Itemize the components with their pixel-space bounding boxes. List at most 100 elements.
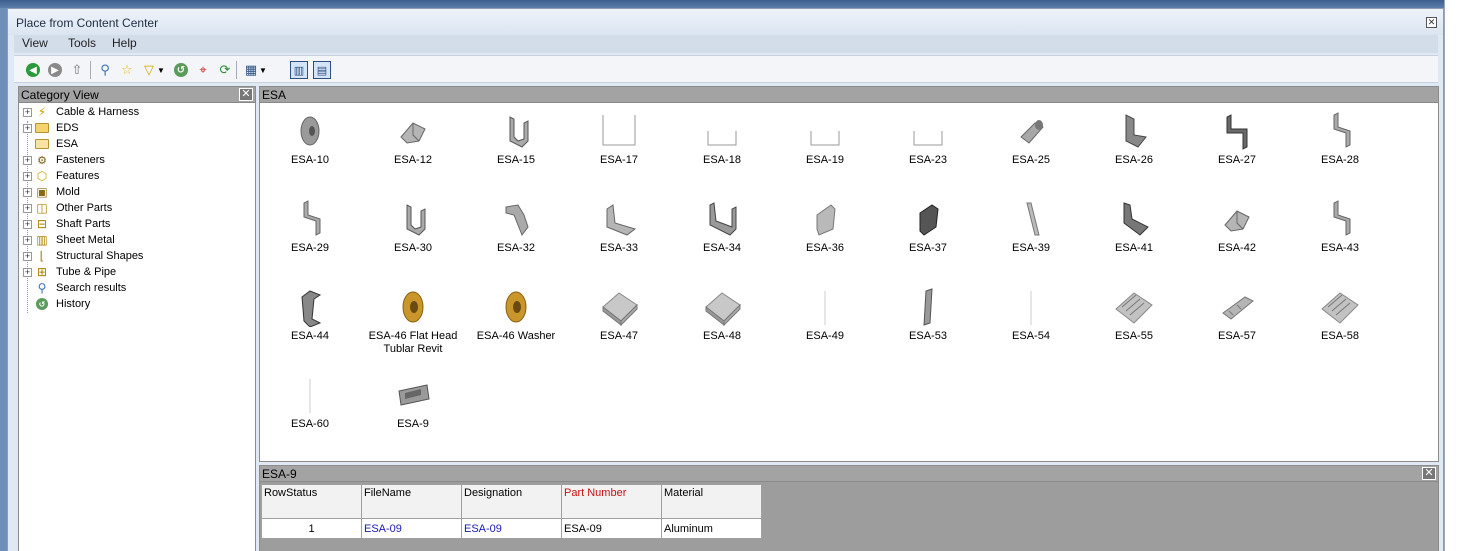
family-thumbnail-item[interactable]: ESA-42 (1187, 197, 1287, 281)
cell-material[interactable]: Aluminum (661, 518, 762, 539)
family-thumbnail-item[interactable]: ESA-36 (775, 197, 875, 281)
family-thumbnail-item[interactable]: ESA-58 (1290, 285, 1390, 369)
family-thumbnail-label: ESA-49 (806, 330, 844, 342)
expand-icon[interactable]: + (23, 107, 32, 117)
part-thumbnail-icon (260, 373, 360, 417)
expand-icon[interactable]: + (23, 123, 32, 133)
expand-icon[interactable]: + (23, 267, 32, 277)
family-thumbnail-item[interactable]: ESA-30 (363, 197, 463, 281)
tree-item-tube-pipe[interactable]: + ⊞ Tube & Pipe (23, 264, 118, 280)
filter-dropdown-icon[interactable]: ▼ (156, 61, 166, 79)
part-thumbnail-icon (981, 285, 1081, 329)
family-thumbnail-item[interactable]: ESA-60 (260, 373, 360, 457)
cell-rowstatus[interactable]: 1 (261, 518, 362, 539)
family-thumbnail-label: ESA-10 (291, 154, 329, 166)
family-thumbnail-item[interactable]: ESA-26 (1084, 109, 1184, 193)
expand-icon[interactable]: + (23, 203, 32, 213)
tree-item-other-parts[interactable]: + ◫ Other Parts (23, 200, 114, 216)
family-thumbnail-item[interactable]: ESA-53 (878, 285, 978, 369)
family-thumbnail-item[interactable]: ESA-28 (1290, 109, 1390, 193)
family-thumbnail-label: ESA-29 (291, 242, 329, 254)
family-thumbnail-item[interactable]: ESA-55 (1084, 285, 1184, 369)
expand-icon[interactable]: + (23, 219, 32, 229)
menu-tools[interactable]: Tools (64, 36, 100, 50)
family-thumbnail-label: ESA-26 (1115, 154, 1153, 166)
back-icon[interactable]: ◀ (24, 61, 42, 79)
tree-item-sheet-metal[interactable]: + ▥ Sheet Metal (23, 232, 117, 248)
family-thumbnail-item[interactable]: ESA-37 (878, 197, 978, 281)
family-thumbnail-item[interactable]: ESA-32 (466, 197, 566, 281)
expand-icon[interactable]: + (23, 251, 32, 261)
expand-icon[interactable]: + (23, 187, 32, 197)
family-thumbnail-item[interactable]: ESA-12 (363, 109, 463, 193)
tree-item-eds[interactable]: + EDS (23, 120, 81, 136)
close-family-table-button[interactable]: ✕ (1422, 467, 1436, 480)
column-header-filename[interactable]: FileName (361, 484, 462, 519)
family-thumbnail-item[interactable]: ESA-18 (672, 109, 772, 193)
column-header-part-number[interactable]: Part Number (561, 484, 662, 519)
column-header-material[interactable]: Material (661, 484, 762, 519)
search-icon[interactable]: ⚲ (96, 61, 114, 79)
family-thumbnail-item[interactable]: ESA-23 (878, 109, 978, 193)
favorites-star-icon[interactable]: ☆ (118, 61, 136, 79)
tree-item-search-results[interactable]: ⚲ Search results (23, 280, 128, 296)
menu-view[interactable]: View (18, 36, 52, 50)
tree-item-structural-shapes[interactable]: + ⌊ Structural Shapes (23, 248, 145, 264)
family-thumbnail-item[interactable]: ESA-57 (1187, 285, 1287, 369)
family-thumbnail-item[interactable]: ESA-25 (981, 109, 1081, 193)
part-thumbnail-icon (981, 197, 1081, 241)
family-thumbnail-item[interactable]: ESA-46 Washer (466, 285, 566, 369)
family-thumbnail-item[interactable]: ESA-54 (981, 285, 1081, 369)
expand-icon[interactable]: + (23, 171, 32, 181)
family-thumbnail-item[interactable]: ESA-29 (260, 197, 360, 281)
cell-designation[interactable]: ESA-09 (461, 518, 562, 539)
family-thumbnail-item[interactable]: ESA-41 (1084, 197, 1184, 281)
part-thumbnail-icon (466, 109, 566, 153)
category-view-header: Category View ✕ (19, 87, 255, 103)
family-thumbnail-item[interactable]: ESA-46 Flat Head Tublar Revit (363, 285, 463, 369)
member-search-icon[interactable]: ⌖ (194, 61, 212, 79)
title-bar[interactable]: Place from Content Center ✕ (8, 9, 1443, 35)
tree-item-features[interactable]: + ⬡ Features (23, 168, 101, 184)
family-thumbnail-item[interactable]: ESA-44 (260, 285, 360, 369)
tree-item-cable-harness[interactable]: + ⚡ Cable & Harness (23, 104, 141, 120)
column-header-designation[interactable]: Designation (461, 484, 562, 519)
close-category-view-button[interactable]: ✕ (239, 88, 253, 101)
family-thumbnail-item[interactable]: ESA-43 (1290, 197, 1390, 281)
family-thumbnail-item[interactable]: ESA-47 (569, 285, 669, 369)
forward-icon[interactable]: ▶ (46, 61, 64, 79)
up-level-icon[interactable]: ⇧ (68, 61, 86, 79)
column-header-rowstatus[interactable]: RowStatus (261, 484, 362, 519)
table-row[interactable]: 1 ESA-09 ESA-09 ESA-09 Aluminum (261, 518, 762, 539)
family-thumbnail-label: ESA-32 (497, 242, 535, 254)
tree-item-fasteners[interactable]: + ⚙ Fasteners (23, 152, 107, 168)
menu-help[interactable]: Help (108, 36, 141, 50)
table-view-toggle-icon[interactable]: ▤ (313, 61, 331, 79)
tree-item-history[interactable]: ↺ History (23, 296, 92, 312)
family-thumbnail-item[interactable]: ESA-19 (775, 109, 875, 193)
family-thumbnail-item[interactable]: ESA-34 (672, 197, 772, 281)
tree-view-toggle-icon[interactable]: ▥ (290, 61, 308, 79)
family-thumbnail-item[interactable]: ESA-39 (981, 197, 1081, 281)
tree-item-mold[interactable]: + ▣ Mold (23, 184, 82, 200)
tree-item-shaft-parts[interactable]: + ⊟ Shaft Parts (23, 216, 112, 232)
family-thumbnail-item[interactable]: ESA-10 (260, 109, 360, 193)
cell-filename[interactable]: ESA-09 (361, 518, 462, 539)
tree-item-esa[interactable]: ESA (23, 136, 81, 152)
expand-icon[interactable]: + (23, 155, 32, 165)
family-thumbnail-item[interactable]: ESA-9 (363, 373, 463, 457)
expand-icon[interactable]: + (23, 235, 32, 245)
part-thumbnail-icon (775, 109, 875, 153)
family-thumbnail-item[interactable]: ESA-17 (569, 109, 669, 193)
family-thumbnail-item[interactable]: ESA-48 (672, 285, 772, 369)
family-thumbnail-item[interactable]: ESA-49 (775, 285, 875, 369)
family-thumbnail-item[interactable]: ESA-27 (1187, 109, 1287, 193)
window-close-button[interactable]: ✕ (1426, 17, 1437, 28)
view-mode-dropdown-icon[interactable]: ▼ (258, 61, 268, 79)
history-icon[interactable]: ↺ (172, 61, 190, 79)
cell-part-number[interactable]: ESA-09 (561, 518, 662, 539)
tree-item-label: Shaft Parts (56, 218, 111, 230)
family-thumbnail-item[interactable]: ESA-15 (466, 109, 566, 193)
family-thumbnail-item[interactable]: ESA-33 (569, 197, 669, 281)
refresh-icon[interactable]: ⟳ (216, 61, 234, 79)
